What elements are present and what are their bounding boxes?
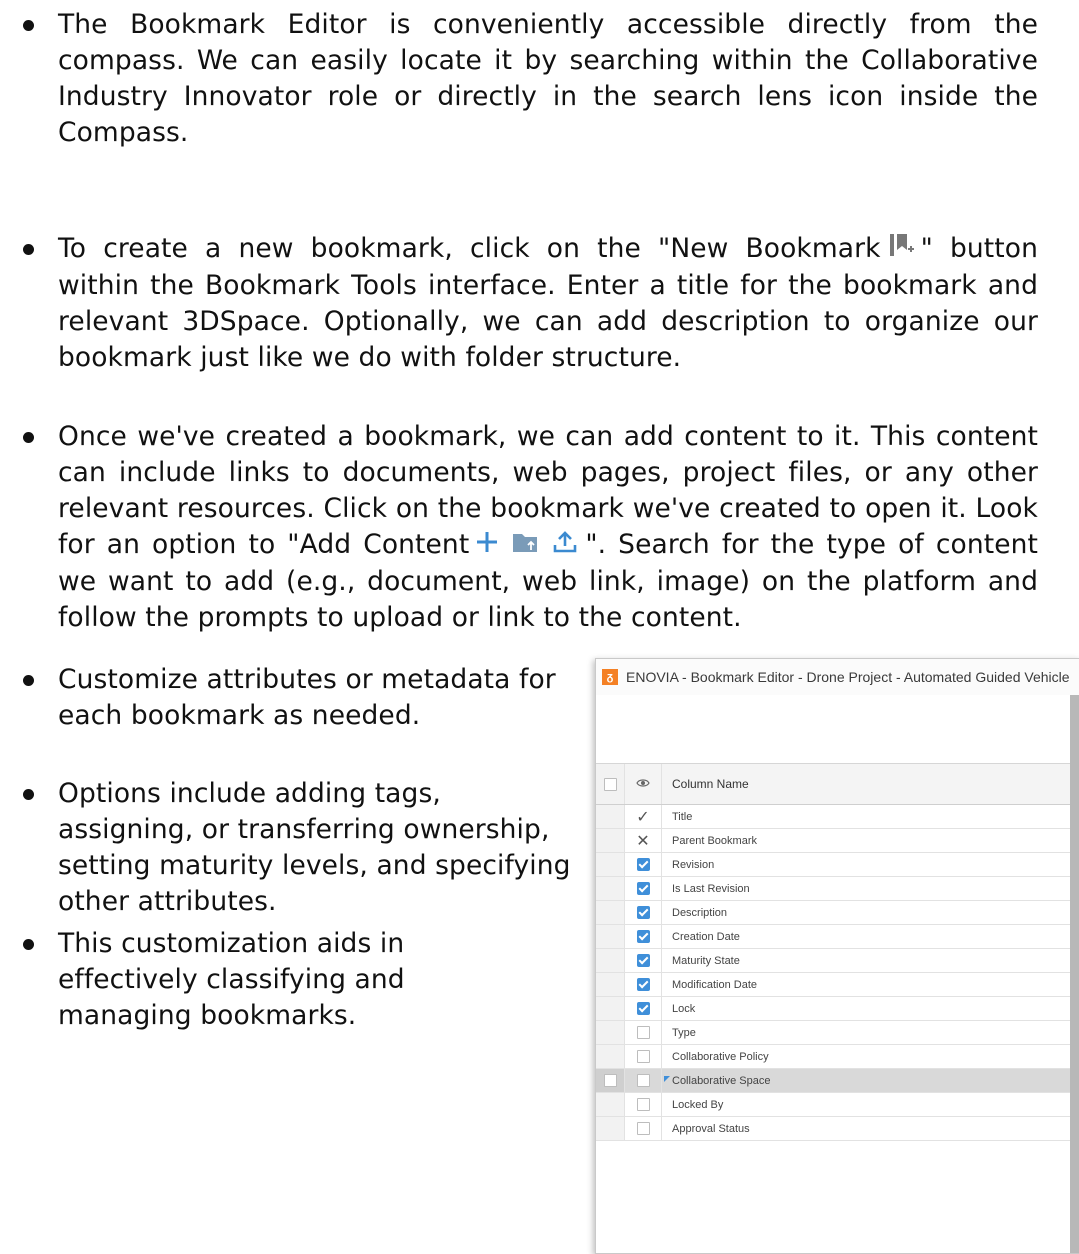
column-name-cell: Is Last Revision [672,882,750,895]
row-select-cell[interactable] [596,1021,625,1044]
table-header: Column Name [596,763,1070,805]
table-row[interactable]: Revision [596,853,1070,877]
column-name-cell: Description [672,906,728,919]
row-select-cell[interactable] [596,1117,625,1140]
column-name-cell: Title [672,810,693,823]
new-bookmark-icon [887,232,915,268]
column-name-cell: Approval Status [672,1122,750,1135]
visible-checkbox[interactable] [636,1002,650,1015]
upload-icon [551,528,579,564]
visibility-cell[interactable] [625,949,662,972]
visible-checkbox[interactable] [636,906,650,919]
row-select-cell[interactable] [596,805,625,828]
bullet-options: Options include adding tags, assigning, … [23,776,578,920]
row-select-cell[interactable] [596,877,625,900]
table-row[interactable]: Modification Date [596,973,1070,997]
row-select-cell[interactable] [596,949,625,972]
bullet-create-bookmark: To create a new bookmark, click on the "… [23,231,1038,376]
column-name-cell: Creation Date [672,930,740,943]
window-title: ENOVIA - Bookmark Editor - Drone Project… [626,669,1070,685]
hidden-checkbox[interactable] [636,1050,650,1063]
visible-checkbox[interactable] [636,978,650,991]
hidden-checkbox[interactable] [636,1074,650,1087]
row-select-checkbox[interactable] [603,1074,617,1087]
bookmark-editor-screenshot: ᵹ ENOVIA - Bookmark Editor - Drone Proje… [595,658,1079,1254]
plus-icon [475,528,499,564]
table-row[interactable]: Maturity State [596,949,1070,973]
row-select-cell[interactable] [596,1045,625,1068]
row-select-cell[interactable] [596,1093,625,1116]
visibility-cell[interactable] [625,877,662,900]
bullet-classify: This customization aids in effectively c… [23,926,518,1034]
eye-icon [636,775,650,793]
visibility-cell[interactable] [625,1093,662,1116]
window-titlebar: ᵹ ENOVIA - Bookmark Editor - Drone Proje… [596,659,1079,695]
table-row[interactable]: Locked By [596,1093,1070,1117]
visible-checkbox[interactable] [636,954,650,967]
table-row[interactable]: Lock [596,997,1070,1021]
visibility-cell[interactable]: ✕ [625,829,662,852]
row-select-cell[interactable] [596,997,625,1020]
visibility-cell[interactable] [625,1117,662,1140]
visibility-cell[interactable]: ✓ [625,805,662,828]
select-all-checkbox[interactable] [603,777,617,791]
visible-checkbox[interactable] [636,882,650,895]
hidden-checkbox[interactable] [636,1026,650,1039]
visible-checkbox[interactable] [636,930,650,943]
visibility-cell[interactable] [625,853,662,876]
table-row[interactable]: ✓ Title [596,805,1070,829]
row-select-cell[interactable] [596,853,625,876]
table-row[interactable]: Collaborative Policy [596,1045,1070,1069]
column-name-cell: Collaborative Policy [672,1050,769,1063]
column-name-header[interactable]: Column Name [662,777,1070,791]
row-select-cell[interactable] [596,925,625,948]
table-row[interactable]: Description [596,901,1070,925]
visibility-cell[interactable] [625,901,662,924]
check-icon[interactable]: ✓ [636,807,649,827]
column-name-cell: Collaborative Space [662,1075,1070,1087]
table-row[interactable]: Creation Date [596,925,1070,949]
column-name-cell: Locked By [672,1098,724,1111]
column-name-cell: Modification Date [672,978,757,991]
visibility-cell[interactable] [625,1069,662,1092]
visibility-cell[interactable] [625,1045,662,1068]
table-row[interactable]: Is Last Revision [596,877,1070,901]
visibility-cell[interactable] [625,973,662,996]
edit-flag-icon [664,1075,670,1082]
hidden-checkbox[interactable] [636,1122,650,1135]
table-row[interactable]: Type [596,1021,1070,1045]
column-name-cell: Parent Bookmark [672,834,757,847]
bullet-access-editor: The Bookmark Editor is conveniently acce… [23,7,1038,151]
scrollbar[interactable] [1070,695,1079,1253]
bullet-add-content: Once we've created a bookmark, we can ad… [23,419,1038,636]
column-name-cell: Revision [672,858,715,871]
bullet-customize: Customize attributes or metadata for eac… [23,662,558,734]
column-name-cell: Maturity State [672,954,740,967]
row-select-cell[interactable] [596,901,625,924]
visible-checkbox[interactable] [636,858,650,871]
row-select-cell[interactable] [596,829,625,852]
row-select-cell[interactable] [596,973,625,996]
row-select-cell[interactable] [596,1069,625,1092]
visibility-cell[interactable] [625,925,662,948]
editor-body: Column Name ✓ Title ✕ Parent Bookmark Revisi… [596,695,1070,1253]
visibility-cell[interactable] [625,997,662,1020]
folder-add-icon [511,528,539,564]
visibility-cell[interactable] [625,1021,662,1044]
column-name-cell: Lock [672,1002,696,1015]
cross-icon[interactable]: ✕ [636,831,649,851]
columns-table: Column Name ✓ Title ✕ Parent Bookmark Revisi… [596,763,1070,1141]
table-row[interactable]: ✕ Parent Bookmark [596,829,1070,853]
column-name-cell: Type [672,1026,696,1039]
bullet-text-part: To create a new bookmark, click on the "… [58,233,881,264]
table-row[interactable]: Approval Status [596,1117,1070,1141]
3ds-logo-icon: ᵹ [602,669,618,685]
hidden-checkbox[interactable] [636,1098,650,1111]
table-row[interactable]: Collaborative Space [596,1069,1070,1093]
